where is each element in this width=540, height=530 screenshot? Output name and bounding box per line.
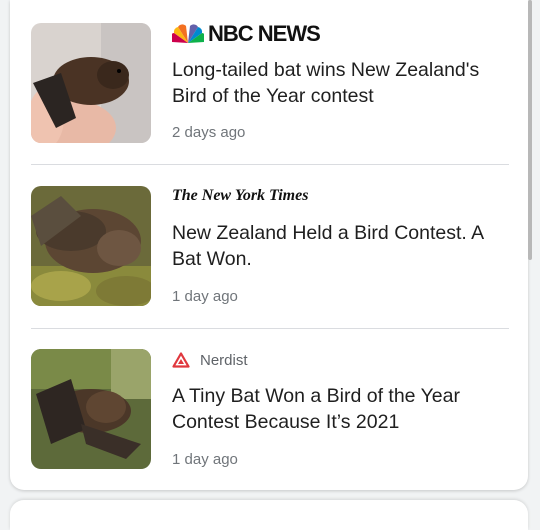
article-thumbnail-bat-hand[interactable]	[31, 23, 151, 143]
nerdist-triangle-icon	[172, 352, 190, 368]
article-item-nerdist[interactable]: Nerdist A Tiny Bat Won a Bird of the Yea…	[10, 329, 528, 490]
article-headline[interactable]: Long-tailed bat wins New Zealand's Bird …	[172, 57, 512, 109]
source-name: Nerdist	[200, 351, 248, 369]
article-headline[interactable]: New Zealand Held a Bird Contest. A Bat W…	[172, 220, 512, 272]
news-card: NBC NEWS Long-tailed bat wins New Zealan…	[10, 0, 528, 490]
article-timestamp: 2 days ago	[172, 124, 246, 141]
nyt-logo: The New York Times	[172, 187, 309, 204]
article-thumbnail-bat-grass[interactable]	[31, 349, 151, 469]
scrollbar[interactable]	[528, 0, 532, 260]
article-item-nyt[interactable]: The New York Times New Zealand Held a Bi…	[10, 165, 528, 329]
article-source: NBC NEWS	[172, 21, 321, 47]
nbc-peacock-icon	[172, 24, 204, 43]
article-thumbnail-bat-moss[interactable]	[31, 186, 151, 306]
article-timestamp: 1 day ago	[172, 288, 238, 305]
article-item-nbc[interactable]: NBC NEWS Long-tailed bat wins New Zealan…	[10, 0, 528, 164]
article-source: The New York Times	[172, 183, 308, 209]
article-source: Nerdist	[172, 347, 248, 373]
next-card-edge	[10, 500, 528, 530]
nbc-news-logo-text: NBC NEWS	[208, 21, 321, 46]
article-headline[interactable]: A Tiny Bat Won a Bird of the Year Contes…	[172, 383, 512, 435]
article-timestamp: 1 day ago	[172, 451, 238, 468]
